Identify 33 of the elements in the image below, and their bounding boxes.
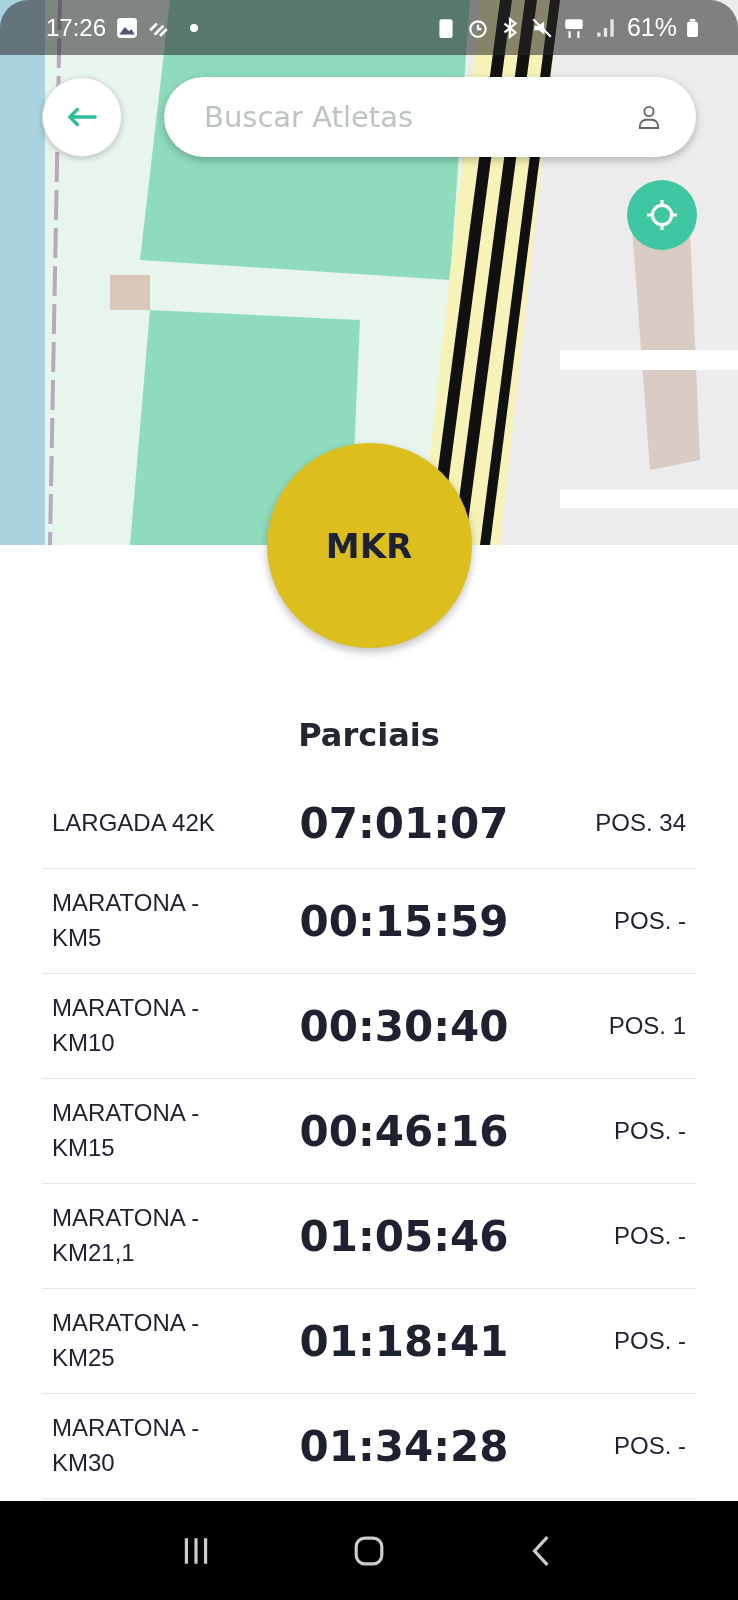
- split-position: POS. -: [613, 1117, 687, 1145]
- signal-icon: [594, 16, 617, 39]
- home-icon[interactable]: [353, 1534, 385, 1567]
- mute-icon: [530, 16, 553, 39]
- split-name: MARATONA - KM25: [51, 1308, 201, 1373]
- split-position: POS. -: [613, 1222, 687, 1250]
- section-title: Parciais: [298, 716, 440, 754]
- person-icon: [638, 105, 660, 129]
- split-position: POS. 1: [607, 1012, 687, 1040]
- split-name: MARATONA - KM30: [51, 1413, 201, 1478]
- split-position: POS. -: [613, 1432, 687, 1460]
- split-name: LARGADA 42K: [51, 807, 216, 838]
- split-name: MARATONA - KM15: [51, 1098, 201, 1163]
- battery-icon: [687, 18, 698, 37]
- split-time: 00:15:59: [298, 896, 510, 946]
- split-time: 01:18:41: [298, 1316, 510, 1366]
- split-time: 00:46:16: [298, 1106, 510, 1156]
- split-time: 07:01:07: [298, 798, 510, 848]
- split-position: POS. -: [613, 1327, 687, 1355]
- battery-level: 61%: [626, 13, 677, 42]
- crosshair-icon: [646, 199, 678, 231]
- clock: 17:26: [46, 13, 107, 42]
- split-name: MARATONA - KM5: [51, 888, 201, 953]
- notification-dot-icon: [190, 23, 199, 32]
- split-position: POS. -: [613, 907, 687, 935]
- split-time: 00:30:40: [298, 1001, 510, 1051]
- split-time: 01:34:28: [298, 1421, 510, 1471]
- split-name: MARATONA - KM10: [51, 993, 201, 1058]
- split-position: POS. 34: [594, 809, 687, 837]
- split-name: MARATONA - KM21,1: [51, 1203, 201, 1268]
- search-field[interactable]: Buscar Atletas: [164, 77, 696, 157]
- back-arrow-icon: [67, 107, 97, 127]
- split-time: 01:05:46: [298, 1211, 510, 1261]
